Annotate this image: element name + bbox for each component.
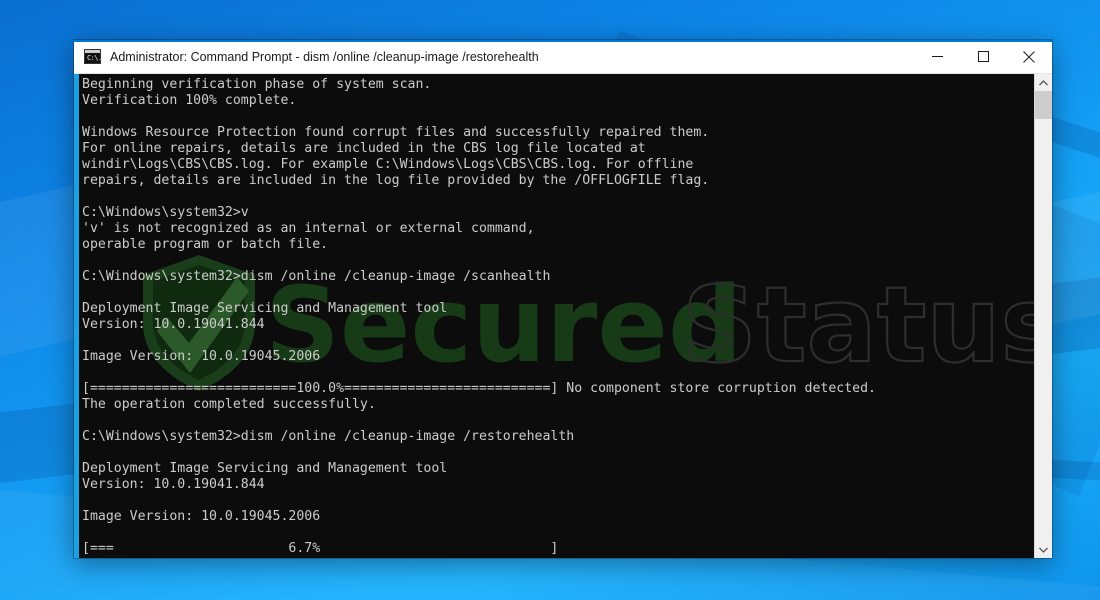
scrollbar-thumb[interactable] — [1035, 91, 1052, 119]
terminal-line: Version: 10.0.19041.844 — [82, 477, 265, 492]
terminal-text[interactable]: Beginning verification phase of system s… — [79, 77, 1034, 558]
terminal-line: C:\Windows\system32>dism /online /cleanu… — [82, 429, 575, 444]
terminal-line: The operation completed successfully. — [82, 397, 376, 412]
terminal-line: C:\Windows\system32>v — [82, 205, 249, 220]
window-titlebar[interactable]: C:\. Administrator: Command Prompt - dis… — [74, 40, 1052, 74]
window-controls — [914, 40, 1052, 73]
window-title: Administrator: Command Prompt - dism /on… — [110, 49, 539, 64]
terminal-line: Verification 100% complete. — [82, 93, 297, 108]
command-prompt-icon-glyph: C:\. — [87, 54, 102, 62]
terminal-line: Image Version: 10.0.19045.2006 — [82, 509, 321, 524]
console-area[interactable]: Secured Status Beginning verification ph… — [74, 74, 1052, 558]
terminal-line: [==========================100.0%=======… — [82, 381, 876, 396]
terminal-line: operable program or batch file. — [82, 237, 329, 252]
scrollbar-track[interactable] — [1035, 91, 1052, 541]
terminal-line: Version: 10.0.19041.844 — [82, 317, 265, 332]
console-output-surface[interactable]: Secured Status Beginning verification ph… — [79, 74, 1034, 558]
terminal-line: C:\Windows\system32>dism /online /cleanu… — [82, 269, 551, 284]
command-prompt-icon: C:\. — [84, 49, 102, 64]
scroll-up-arrow[interactable] — [1035, 74, 1052, 91]
terminal-line: 'v' is not recognized as an internal or … — [82, 221, 535, 236]
terminal-line: Deployment Image Servicing and Managemen… — [82, 461, 448, 476]
terminal-line: For online repairs, details are included… — [82, 141, 646, 156]
scroll-down-arrow[interactable] — [1035, 541, 1052, 558]
terminal-line: repairs, details are included in the log… — [82, 173, 710, 188]
titlebar-accent-line — [74, 40, 1052, 42]
console-scrollbar[interactable] — [1034, 74, 1052, 558]
terminal-line: windir\Logs\CBS\CBS.log. For example C:\… — [82, 157, 694, 172]
terminal-line: [=== 6.7% ] — [82, 541, 559, 556]
terminal-line: Image Version: 10.0.19045.2006 — [82, 349, 321, 364]
maximize-button[interactable] — [960, 40, 1006, 73]
close-button[interactable] — [1006, 40, 1052, 73]
command-prompt-window[interactable]: C:\. Administrator: Command Prompt - dis… — [74, 40, 1052, 558]
terminal-line: Windows Resource Protection found corrup… — [82, 125, 710, 140]
terminal-line: Beginning verification phase of system s… — [82, 77, 432, 92]
minimize-button[interactable] — [914, 40, 960, 73]
terminal-line: Deployment Image Servicing and Managemen… — [82, 301, 448, 316]
